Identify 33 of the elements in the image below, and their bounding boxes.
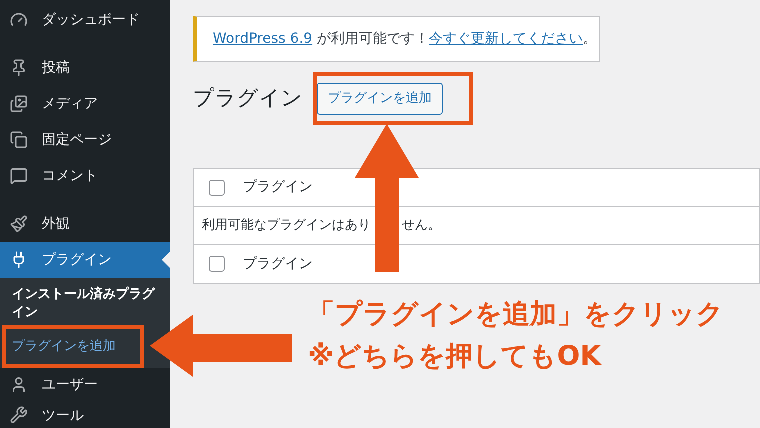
sidebar-item[interactable]: メディア <box>0 86 170 122</box>
page-title: プラグイン <box>193 85 303 112</box>
add-plugin-button[interactable]: プラグインを追加 <box>317 83 443 115</box>
sidebar-item[interactable]: 投稿 <box>0 50 170 86</box>
current-pointer-icon <box>162 252 170 268</box>
dashboard-icon <box>10 11 28 29</box>
annotation-text: ※どちらを押してもOK <box>308 340 603 374</box>
column-heading: プラグイン <box>243 178 313 197</box>
checkbox[interactable] <box>209 256 225 272</box>
notice-text: WordPress 6.9 が利用可能です！今すぐ更新してください。 <box>213 30 597 48</box>
pin-icon <box>10 59 28 77</box>
sidebar-item[interactable]: ツール <box>0 402 170 428</box>
sidebar-item[interactable]: 固定ページ <box>0 122 170 158</box>
submenu-item[interactable]: インストール済みプラグイン <box>12 284 162 324</box>
sidebar-item[interactable]: ダッシュボード <box>0 2 170 38</box>
annotation-text: 「プラグインを追加」をクリック <box>308 298 724 332</box>
empty-message: 利用可能なプラグインはあり <box>202 216 372 235</box>
sidebar-item[interactable]: プラグイン <box>0 242 170 278</box>
wrench-icon <box>10 406 28 424</box>
brush-icon <box>10 215 28 233</box>
user-icon <box>10 376 28 394</box>
sidebar-item[interactable]: ユーザー <box>0 368 170 402</box>
submenu-item[interactable]: プラグインを追加 <box>12 332 116 362</box>
column-heading: プラグイン <box>243 254 313 274</box>
sidebar-item[interactable]: コメント <box>0 158 170 194</box>
comment-icon <box>10 167 28 185</box>
update-link[interactable]: 今すぐ更新してください <box>429 30 583 46</box>
pages-icon <box>10 131 28 149</box>
checkbox[interactable] <box>209 180 225 196</box>
version-link[interactable]: WordPress 6.9 <box>213 30 313 46</box>
media-icon <box>10 95 28 113</box>
sidebar-item[interactable]: 外観 <box>0 206 170 242</box>
empty-message-end: せん。 <box>402 216 441 235</box>
